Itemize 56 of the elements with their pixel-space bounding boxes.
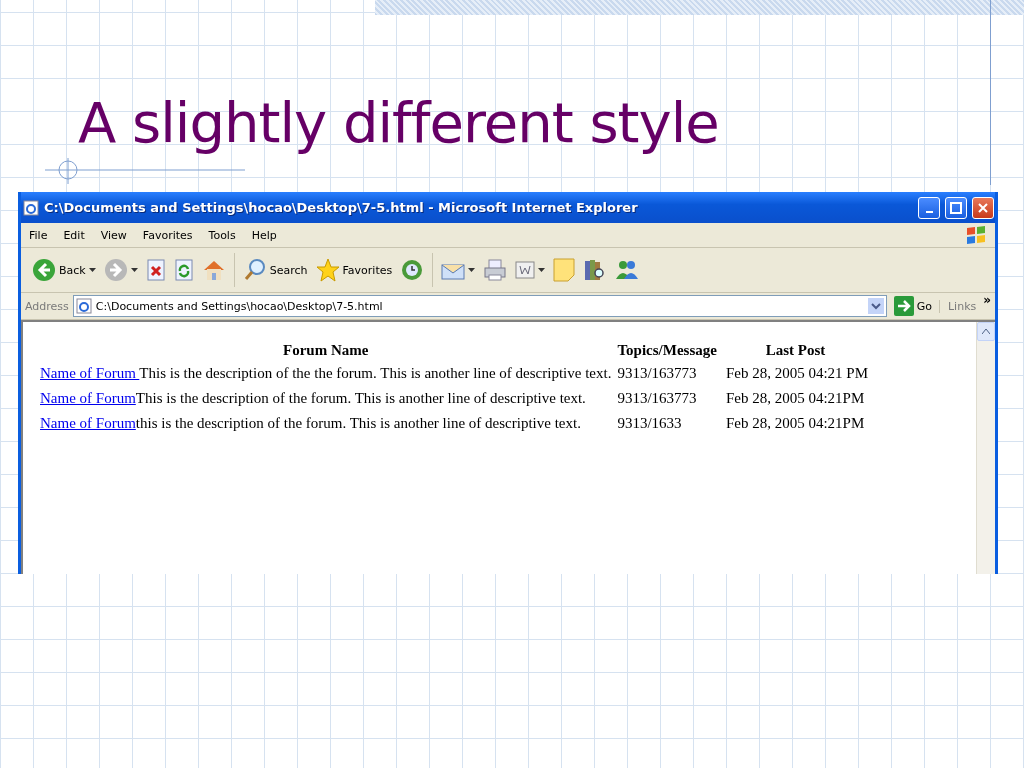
table-cell-text: Feb 28, 2005 04:21 PM: [724, 364, 869, 383]
forum-description: This is the description of the forum. This is another line of descriptive text.: [135, 390, 586, 406]
links-button[interactable]: Links: [938, 299, 980, 313]
ie-page-icon: [23, 199, 39, 216]
column-header: Forum Name: [282, 341, 370, 360]
table-cell-text: 9313/1633: [616, 414, 683, 433]
minimize-button[interactable]: [918, 196, 940, 219]
scroll-up-button[interactable]: [977, 322, 995, 341]
forum-description: This is the description of the the forum. This is another line of descriptive text.: [139, 365, 612, 381]
close-button[interactable]: [972, 196, 994, 219]
search-button[interactable]: Search: [239, 258, 311, 282]
maximize-button[interactable]: [945, 196, 967, 219]
ie-page-icon: [75, 298, 92, 314]
people-icon: [615, 259, 640, 281]
menu-item[interactable]: Favorites: [134, 228, 201, 242]
menu-item[interactable]: Tools: [200, 228, 244, 242]
window-title: C:\Documents and Settings\hocao\Desktop\7-5.html - Microsoft Internet Explorer: [44, 200, 639, 215]
back-button[interactable]: Back: [29, 258, 99, 282]
stop-icon: [145, 259, 166, 281]
caret-icon: [538, 268, 546, 272]
maximize-icon: [950, 201, 962, 214]
close-icon: [977, 201, 989, 214]
caret-icon: [468, 268, 476, 272]
scrollbar[interactable]: [976, 322, 995, 574]
sticky-note-icon: [553, 258, 576, 282]
forum-link[interactable]: Name of Forum: [40, 365, 140, 381]
favorites-button[interactable]: Favorites: [312, 258, 396, 282]
forum-link[interactable]: Name of Forum: [40, 415, 136, 431]
menu-item[interactable]: Edit: [55, 228, 93, 242]
forum-link[interactable]: Name of Forum: [40, 390, 136, 406]
search-icon: [242, 258, 267, 282]
go-button[interactable]: Go: [890, 296, 935, 316]
slide-title: A slightly different style: [78, 89, 720, 157]
right-arrow-icon: [893, 296, 914, 316]
column-header: Last Post: [764, 341, 827, 360]
table-cell-text: Feb 28, 2005 04:21PM: [724, 414, 866, 433]
menu-item[interactable]: Help: [243, 228, 285, 242]
printer-icon: [483, 258, 508, 282]
caret-icon: [88, 268, 96, 272]
table-cell-text: Feb 28, 2005 04:21PM: [724, 389, 866, 408]
history-clock-icon: [400, 258, 425, 282]
star-icon: [315, 258, 340, 282]
menu-item[interactable]: View: [92, 228, 135, 242]
address-label: Address: [25, 299, 69, 313]
document-w-icon: [515, 261, 536, 279]
table-cell-text: 9313/163773: [616, 364, 698, 383]
address-field[interactable]: C:\Documents and Settings\hocao\Desktop\7-5.html: [72, 295, 887, 317]
minimize-icon: [925, 210, 933, 213]
table-cell-text: 9313/163773: [616, 389, 698, 408]
refresh-icon: [173, 259, 194, 281]
forum-description: this is the description of the forum. This is another line of descriptive text.: [135, 415, 581, 431]
windows-flag-icon: [965, 225, 987, 245]
column-header: Topics/Message: [616, 341, 718, 360]
menu-item[interactable]: File: [21, 228, 56, 242]
chevron-more[interactable]: »: [983, 293, 991, 307]
caret-icon: [130, 268, 138, 272]
